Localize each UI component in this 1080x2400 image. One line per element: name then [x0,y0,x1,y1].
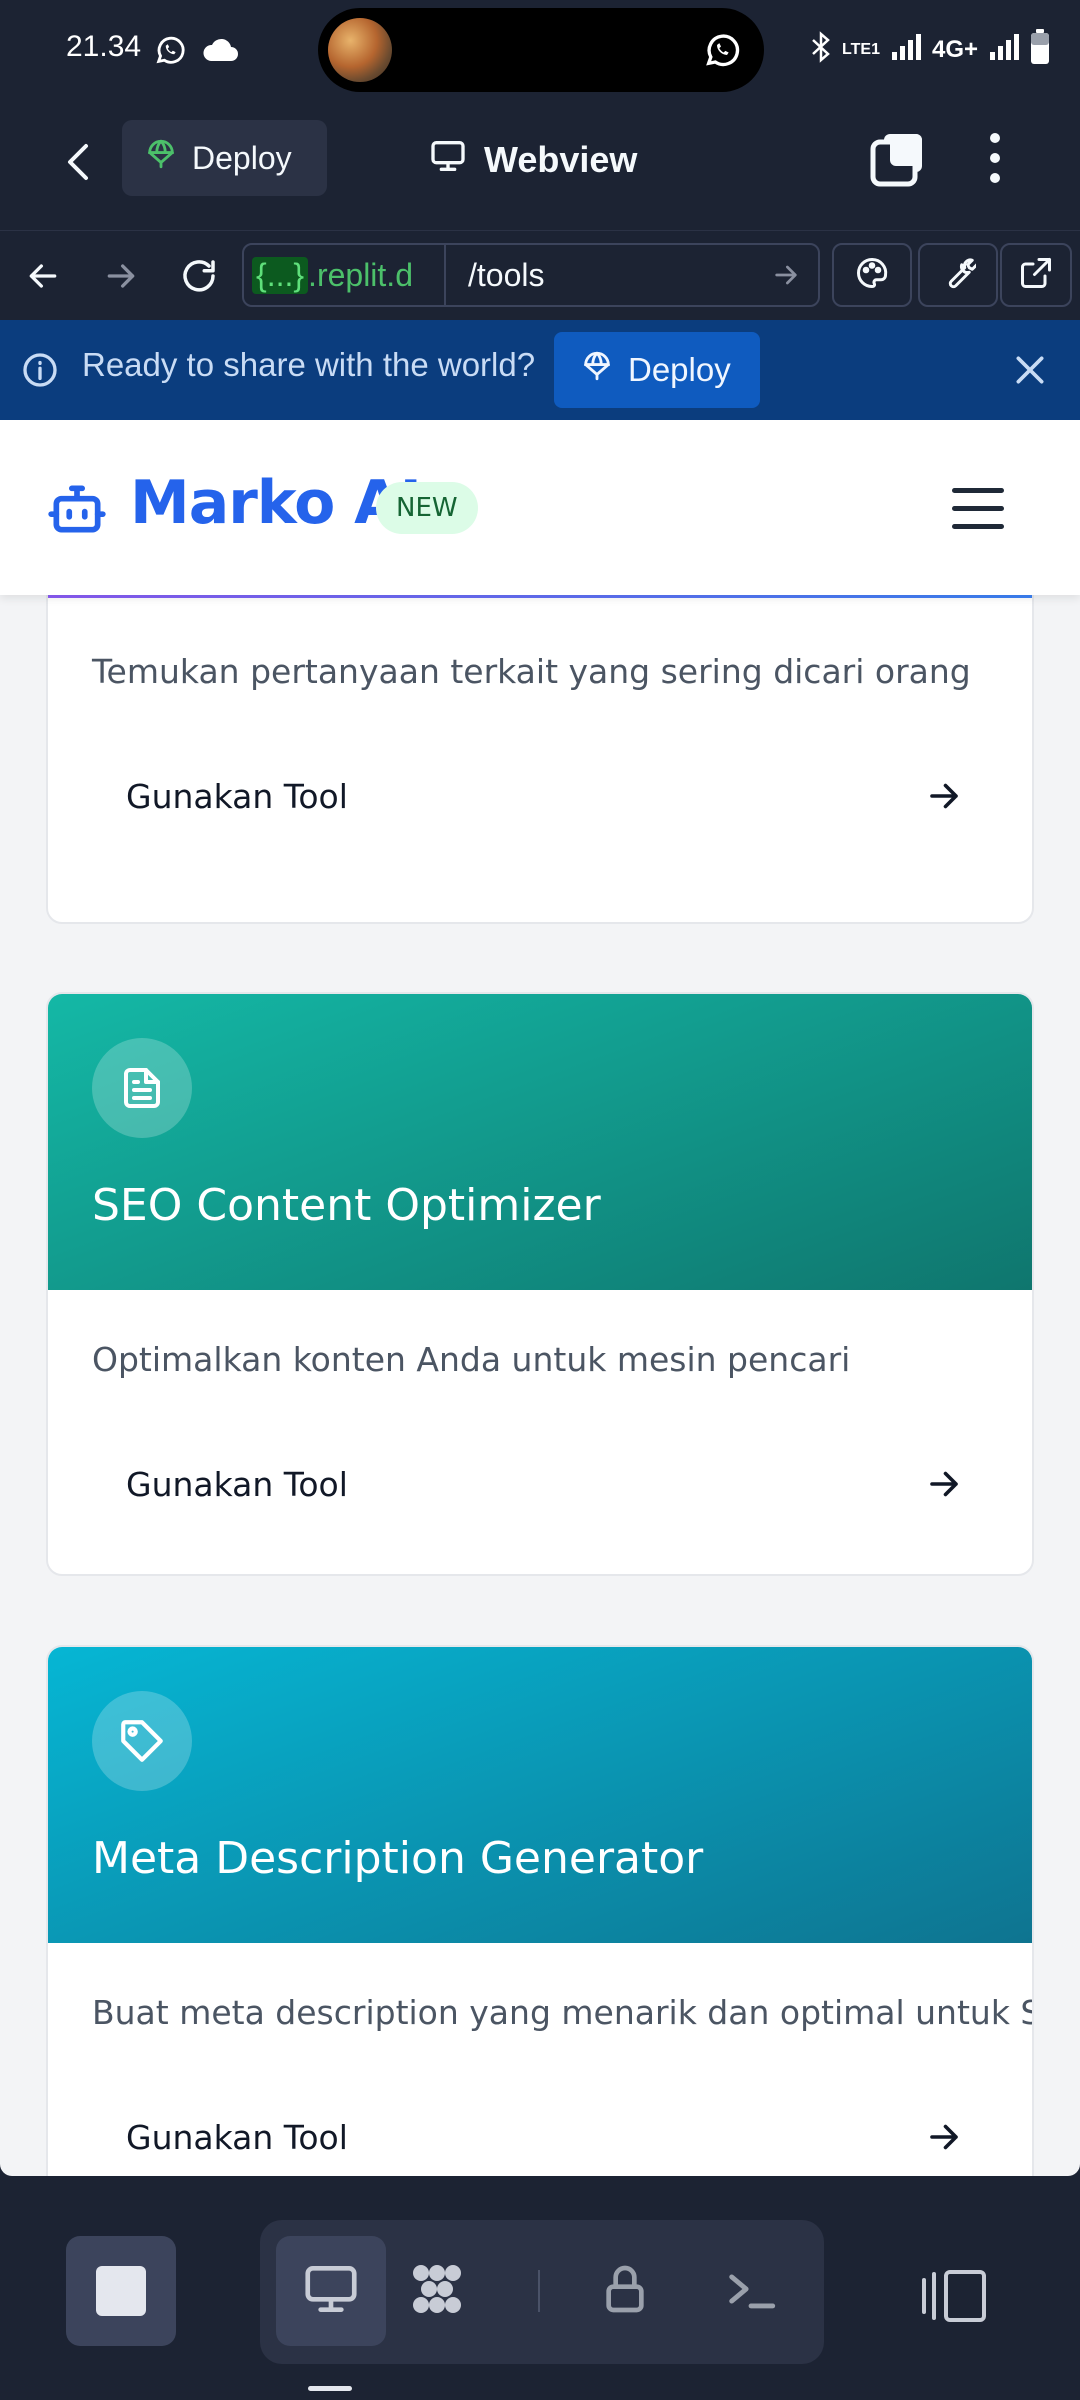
dock-divider [538,2270,540,2312]
whatsapp-icon [702,30,742,70]
webview-tab-title[interactable]: Webview [428,128,637,192]
wrench-icon [940,255,979,295]
tag-icon [92,1691,192,1791]
more-options-icon[interactable] [975,128,1015,188]
url-host-highlight: {...} [252,256,309,294]
url-host: {...} .replit.d [252,251,413,299]
deploy-chip[interactable]: Deploy [122,120,327,196]
url-input[interactable]: {...} .replit.d /tools [242,243,820,307]
arrow-right-icon [926,778,962,814]
arrow-right-icon [926,1466,962,1502]
url-go-icon[interactable] [770,259,802,291]
monitor-icon [300,2258,362,2324]
volte-label: LTE1 [842,41,880,58]
use-tool-button[interactable]: Gunakan Tool [92,748,992,844]
deploy-icon [144,137,178,179]
card-description: Optimalkan konten Anda untuk mesin penca… [92,1340,851,1379]
tool-card-seo-optimizer: SEO Content Optimizer Optimalkan konten … [46,992,1034,1576]
app-header: Deploy Webview [0,100,1080,230]
banner-deploy-label: Deploy [628,351,731,388]
status-bar: 21.34 LTE1 4G+ [0,0,1080,100]
deploy-icon [580,349,614,391]
card-description: Buat meta description yang menarik dan o… [92,1993,1034,2032]
use-tool-button[interactable]: Gunakan Tool [92,1436,992,1532]
use-tool-button[interactable]: Gunakan Tool [92,2089,992,2176]
status-time: 21.34 [66,30,142,63]
signal-icon [890,32,922,69]
status-indicators: LTE1 4G+ [810,26,1050,74]
url-divider [444,245,446,305]
pattern-icon [405,2257,469,2325]
use-tool-label: Gunakan Tool [126,776,348,816]
external-link-icon [1018,255,1054,295]
webview-toolbar: {...} .replit.d /tools [0,230,1080,320]
home-indicator [308,2386,352,2391]
deploy-chip-label: Deploy [192,139,292,176]
site-navbar: Marko AI NEW [0,420,1080,595]
back-button[interactable] [50,132,110,192]
notification-avatar [328,18,392,82]
palette-icon [854,255,890,295]
agent-dock-button[interactable] [382,2236,492,2346]
url-host-rest: .replit.d [308,256,413,293]
info-icon [20,350,60,390]
cloud-icon [200,30,240,70]
tabs-button[interactable] [868,128,928,188]
secrets-dock-button[interactable] [570,2236,680,2346]
use-tool-label: Gunakan Tool [126,1464,348,1504]
webview-content: Marko AI NEW Temukan pertanyaan terkait … [0,420,1080,2176]
arrow-right-icon [926,2119,962,2155]
card-header: Meta Description Generator [48,1647,1032,1943]
url-path: /tools [468,256,545,293]
webview-title-label: Webview [484,139,638,180]
banner-message: Ready to share with the world? [82,346,536,383]
terminal-icon [722,2260,780,2322]
reload-icon[interactable] [174,251,224,301]
panel-toggle-icon[interactable] [920,2266,990,2326]
card-header: SEO Content Optimizer [48,994,1032,1290]
card-title: Meta Description Generator [92,1833,704,1884]
banner-close-icon[interactable] [1010,350,1050,390]
banner-deploy-button[interactable]: Deploy [554,332,760,408]
network-type: 4G+ [931,36,978,63]
nav-forward-icon[interactable] [96,251,146,301]
menu-icon[interactable] [952,488,1004,532]
stop-icon [96,2266,146,2316]
bottom-dock [0,2176,1080,2400]
card-title: SEO Content Optimizer [92,1180,601,1231]
new-badge: NEW [376,482,478,534]
palette-button[interactable] [832,243,912,307]
shell-dock-button[interactable] [696,2236,806,2346]
card-description: Temukan pertanyaan terkait yang sering d… [92,652,971,691]
devtools-button[interactable] [918,243,998,307]
document-icon [92,1038,192,1138]
webview-dock-button[interactable] [276,2236,386,2346]
whatsapp-icon [150,30,190,70]
dock-tabs [260,2220,824,2364]
nav-back-icon[interactable] [18,251,68,301]
use-tool-label: Gunakan Tool [126,2117,348,2157]
battery-icon [1030,28,1050,72]
open-external-button[interactable] [1000,243,1072,307]
robot-logo-icon[interactable] [46,478,108,540]
camera-island [318,8,764,92]
bluetooth-icon [810,30,832,70]
monitor-icon [428,136,468,185]
tool-card-meta-description: Meta Description Generator Buat meta des… [46,1645,1034,2176]
deploy-banner: Ready to share with the world? Deploy [0,320,1080,420]
lock-icon [597,2261,653,2321]
signal-icon-2 [988,32,1020,69]
stop-button[interactable] [66,2236,176,2346]
